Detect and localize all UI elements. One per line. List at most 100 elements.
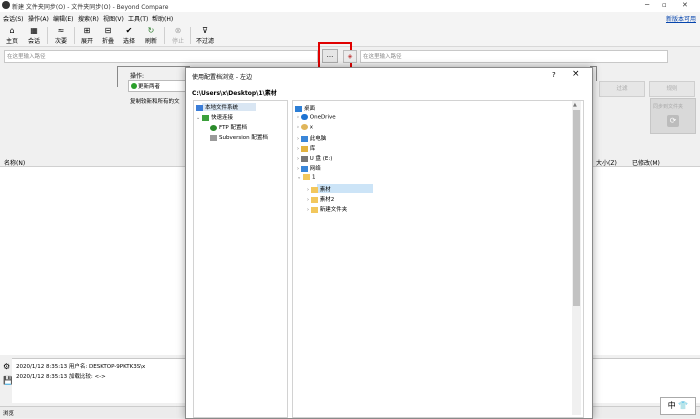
update-both-icon [131,83,137,89]
chevron-down-icon: ⌄ [196,115,201,121]
no-filter-button[interactable]: ⊽ 不过滤 [193,25,217,45]
toolbar-divider [190,27,191,44]
operation-label: 操作: [130,73,145,80]
folder-item-onedrive[interactable]: › OneDrive [297,114,336,121]
collapse-icon: ⊟ [104,26,112,35]
menu-help[interactable]: 帮助(H) [152,14,173,23]
menu-view[interactable]: 视图(V) [103,14,124,23]
session-icon: ▦ [30,26,38,35]
dialog-title: 使用配置档浏览 - 左边 [192,74,252,81]
right-path-placeholder: 在这里输入路径 [363,54,402,60]
new-version-link[interactable]: 新版本可用 [666,14,696,23]
chevron-right-icon: › [307,207,309,213]
operation-description: 复制较新和所有的文 [130,99,180,105]
computer-icon [196,104,203,111]
folder-icon [310,186,318,193]
toolbar-divider [47,27,48,44]
menu-edit[interactable]: 编辑(E) [53,14,73,23]
gear-icon[interactable]: ⚙ [3,362,10,371]
dialog-close-button[interactable]: × [572,69,580,79]
library-icon [300,145,308,152]
folder-item-1[interactable]: ⌄ 1 [297,174,315,181]
tree-item-ftp[interactable]: FTP 配置档 [210,123,247,131]
tree-item-local[interactable]: 本地文件系统 [196,103,238,111]
sync-icon: ⟳ [667,115,679,127]
quick-connect-icon [201,114,209,121]
chevron-right-icon: › [297,166,299,172]
folder-item-new-folder[interactable]: › 新建文件夹 [307,205,347,213]
chevron-right-icon: › [297,124,299,131]
left-path-input[interactable]: 在这里输入路径 [4,50,318,63]
tree-item-quick-connect[interactable]: ⌄ 快速连接 [196,113,233,121]
log-line: 2020/1/12 8:35:13 用户名: DESKTOP-9PKTK3S\x [16,364,146,370]
approx-icon: ≈ [57,26,65,35]
log-line: 2020/1/12 8:35:13 加载比较: <-> [16,374,106,380]
left-path-placeholder: 在这里输入路径 [7,54,46,60]
menu-session[interactable]: 会话(S) [3,14,24,23]
menu-bar: 会话(S) 操作(A) 编辑(E) 搜索(R) 视图(V) 工具(T) 帮助(H… [0,12,700,24]
filter-button[interactable]: 过滤 [599,81,645,97]
operation-select[interactable]: 更新两者 [128,80,188,92]
folder-tree: 桌面 › OneDrive › x › 此电脑 › 库 › U 盘 (E:) ›… [292,100,584,418]
maximize-icon[interactable]: ▫ [662,1,667,9]
scrollbar-thumb[interactable] [573,110,580,306]
toolbar-divider [74,27,75,44]
folder-item-sucai[interactable]: › 素材 [307,185,331,193]
minimize-icon[interactable]: ─ [645,1,649,9]
computer-icon [300,135,308,142]
help-button[interactable]: ? [552,71,556,79]
refresh-button[interactable]: ↻ 刷新 [140,25,162,45]
folder-item-desktop[interactable]: 桌面 [295,104,315,112]
chevron-right-icon: › [297,114,299,121]
cloud-icon [300,114,308,120]
sync-to-folder-button[interactable]: 同步到文件夹 ⟳ [650,98,696,134]
shirt-icon: 👕 [678,401,689,410]
stop-icon: ⊗ [174,26,182,35]
user-icon [300,124,308,130]
subversion-icon [210,134,217,141]
swap-icon[interactable]: ◈ [343,50,357,63]
menu-tools[interactable]: 工具(T) [128,14,148,23]
network-icon [300,165,308,172]
folder-item-usb[interactable]: › U 盘 (E:) [297,154,332,162]
title-bar: 新建 文件夹同步(O) - 文件夹同步(O) - Beyond Compare … [0,0,700,12]
tree-item-subversion[interactable]: Subversion 配置档 [210,133,268,141]
menu-actions[interactable]: 操作(A) [28,14,49,23]
home-button[interactable]: ⌂ 主页 [1,25,23,45]
ime-indicator[interactable]: 中 👕 [660,397,696,415]
expand-button[interactable]: ⊞ 展开 [76,25,98,45]
scrollbar[interactable]: ▲ [572,101,581,415]
chevron-right-icon: › [297,136,299,142]
folder-item-network[interactable]: › 网络 [297,164,321,172]
session-button[interactable]: ▦ 会话 [23,25,45,45]
toolbar-divider [164,27,165,44]
desktop-icon [295,105,302,112]
rules-button[interactable]: 规则 [649,81,695,97]
folder-item-library[interactable]: › 库 [297,144,315,152]
menu-search[interactable]: 搜索(R) [78,14,99,23]
folder-icon [310,196,318,203]
chevron-right-icon: › [297,146,299,152]
browse-dialog: 使用配置档浏览 - 左边 ? × C:\Users\x\Desktop\1\素材… [185,67,593,419]
dialog-current-path: C:\Users\x\Desktop\1\素材 [192,90,277,97]
minor-button[interactable]: ≈ 次要 [50,25,72,45]
filter-icon: ⊽ [202,26,208,35]
stop-button[interactable]: ⊗ 停止 [167,25,189,45]
status-text: 浏览 [3,411,15,417]
app-logo-icon [2,1,10,9]
folder-icon [310,206,318,213]
folder-item-user[interactable]: › x [297,124,313,131]
select-button[interactable]: ✔ 选择 [118,25,140,45]
refresh-icon: ↻ [147,26,155,35]
scroll-up-icon[interactable]: ▲ [573,102,577,108]
expand-icon: ⊞ [83,26,91,35]
home-icon: ⌂ [9,26,15,35]
chevron-right-icon: › [307,187,309,193]
chevron-down-icon: ⌄ [297,174,302,181]
folder-item-this-pc[interactable]: › 此电脑 [297,134,326,142]
collapse-button[interactable]: ⊟ 折叠 [97,25,119,45]
window-title: 新建 文件夹同步(O) - 文件夹同步(O) - Beyond Compare [12,4,169,11]
folder-item-sucai2[interactable]: › 素材2 [307,195,334,203]
right-path-input[interactable]: 在这里输入路径 [360,50,668,63]
close-window-icon[interactable]: ✕ [682,1,688,9]
